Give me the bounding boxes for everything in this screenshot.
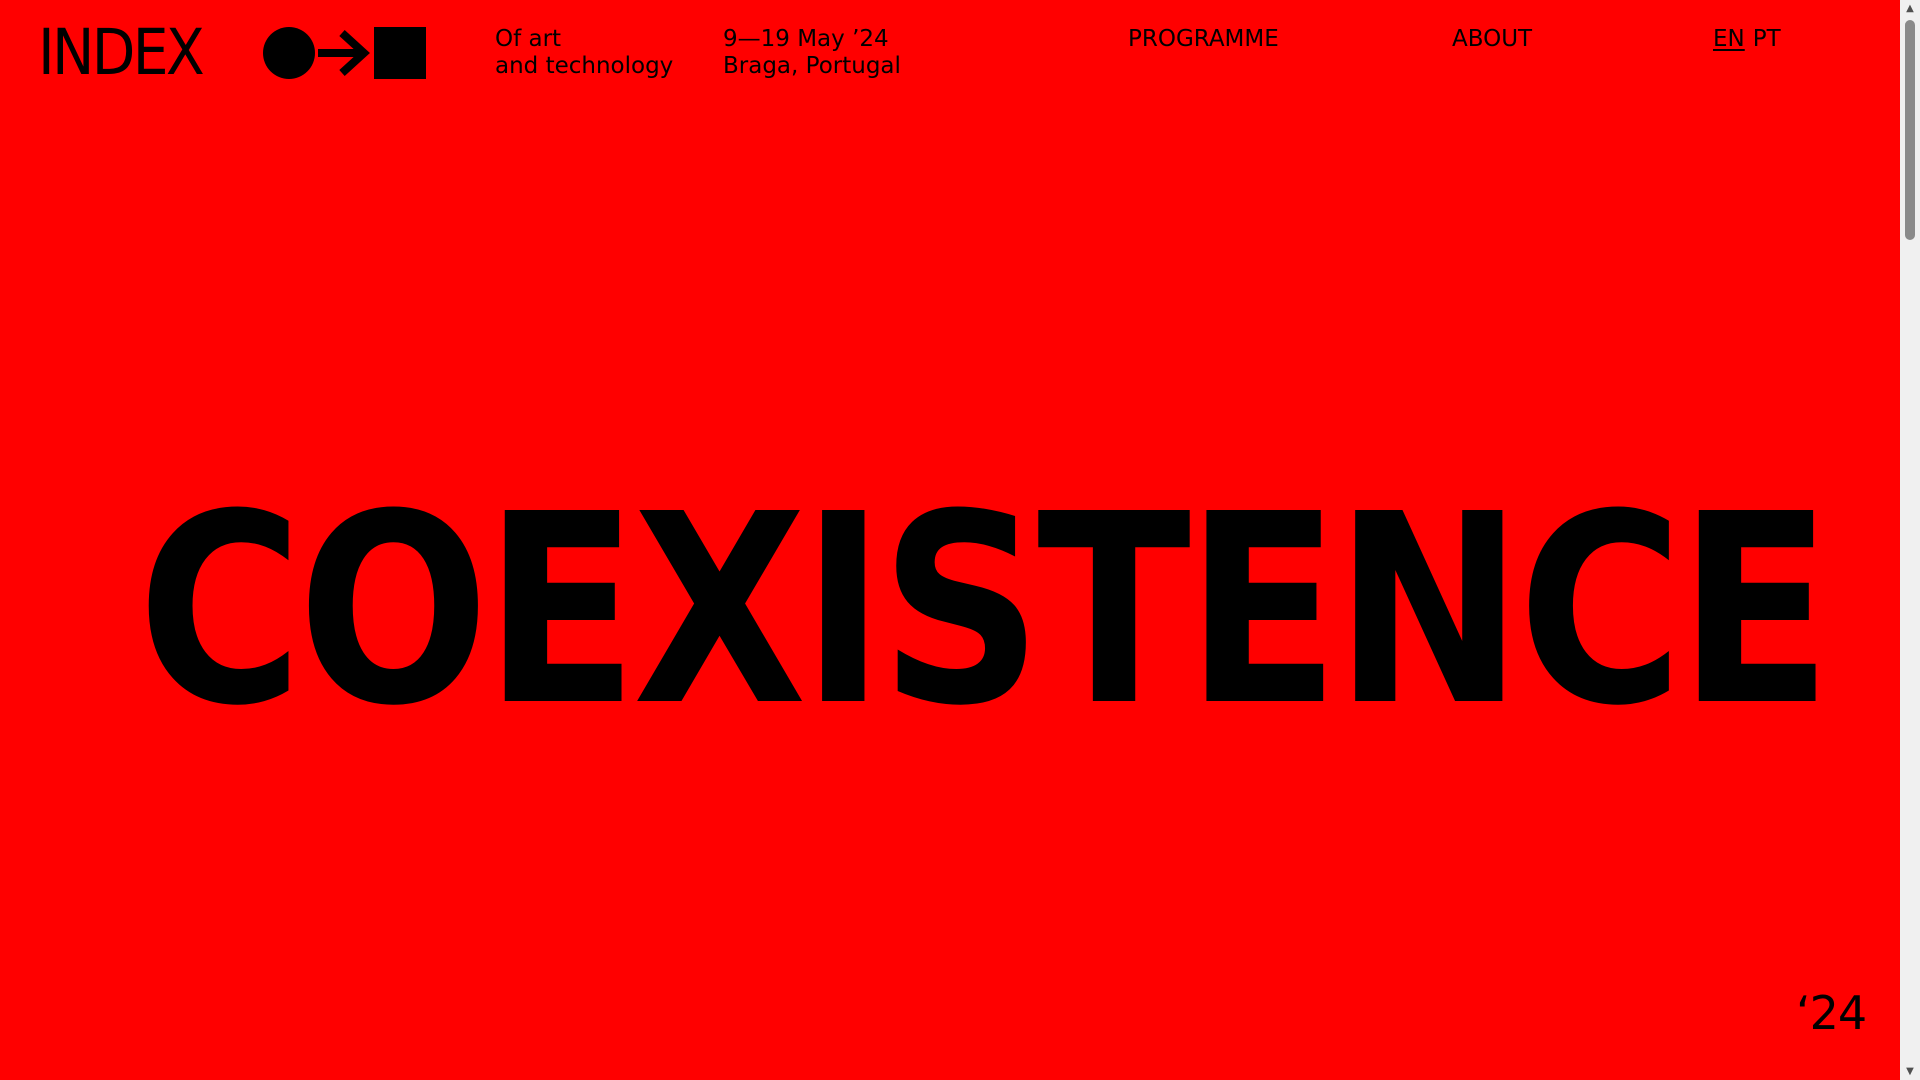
language-pt-link[interactable]: PT xyxy=(1753,26,1781,53)
vertical-scrollbar[interactable]: ▲ ▼ xyxy=(1900,0,1920,1080)
hero-title: COEXISTENCE xyxy=(0,480,1900,742)
event-location: Braga, Portugal xyxy=(723,53,901,79)
event-info: 9—19 May ’24 Braga, Portugal xyxy=(723,26,901,80)
scroll-down-arrow-icon[interactable]: ▼ xyxy=(1900,1063,1920,1080)
year-mark: ‘24 xyxy=(1796,986,1867,1040)
event-dates: 9—19 May ’24 xyxy=(723,26,889,52)
nav-about-link[interactable]: ABOUT xyxy=(1452,26,1532,53)
logo-shapes xyxy=(262,26,426,80)
tagline: Of art and technology xyxy=(495,26,673,80)
scroll-up-arrow-icon[interactable]: ▲ xyxy=(1900,0,1920,17)
tagline-line2: and technology xyxy=(495,53,674,79)
tagline-line1: Of art xyxy=(495,26,562,52)
index-logo[interactable]: INDEX xyxy=(38,16,426,89)
hero-title-text: COEXISTENCE xyxy=(137,458,1833,763)
scrollbar-thumb[interactable] xyxy=(1905,20,1915,240)
square-icon xyxy=(374,27,426,79)
logo-wordmark: INDEX xyxy=(38,16,205,89)
language-switcher: EN PT xyxy=(1713,26,1781,53)
page: INDEX Of art and technology 9—19 May ’24… xyxy=(0,0,1900,1080)
circle-icon xyxy=(263,27,315,79)
language-en-link[interactable]: EN xyxy=(1713,26,1745,53)
arrow-right-icon xyxy=(318,30,370,76)
nav-programme-link[interactable]: PROGRAMME xyxy=(1128,26,1279,53)
